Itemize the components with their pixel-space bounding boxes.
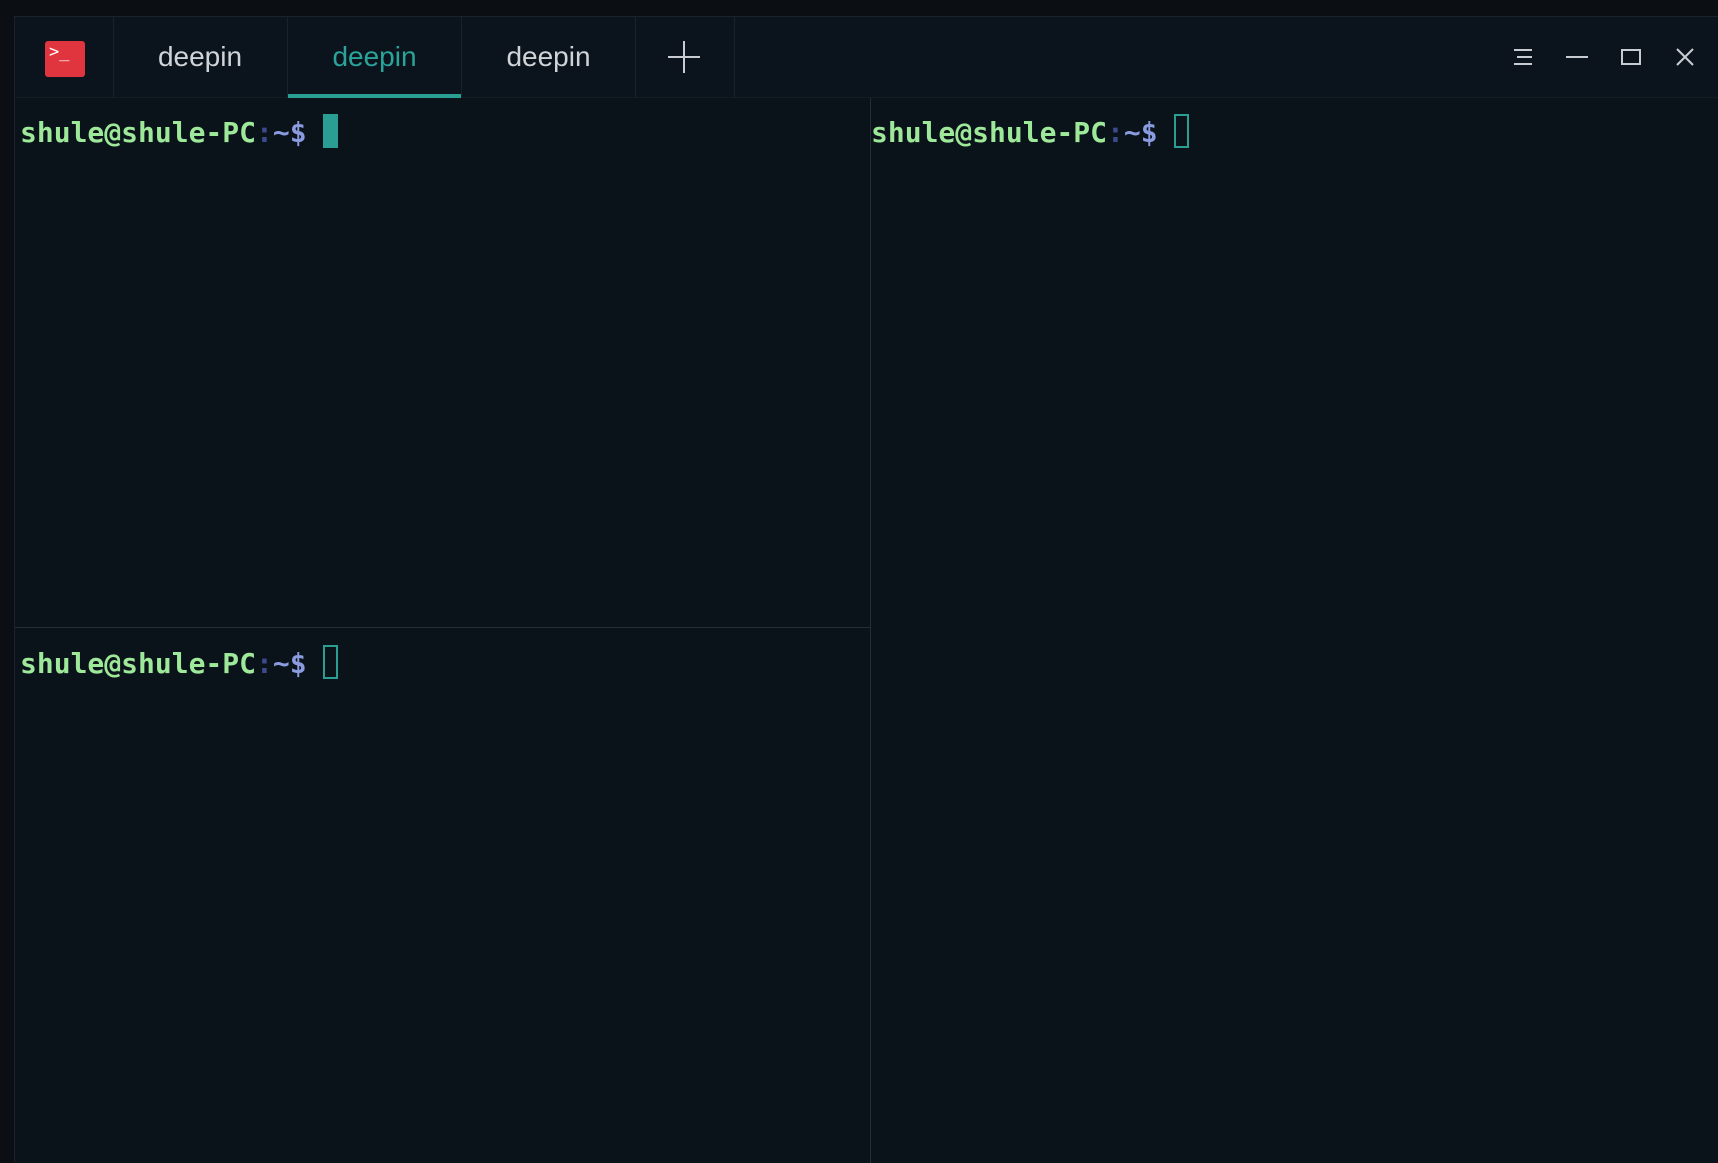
hamburger-menu-icon [1514,49,1532,65]
maximize-button[interactable] [1613,39,1649,75]
prompt-separator: : [1107,116,1124,149]
close-icon [1676,48,1694,66]
shell-prompt: shule@shule-PC:~$ [20,644,338,684]
prompt-separator: : [256,647,273,680]
add-tab-button[interactable] [666,39,702,75]
shell-prompt: shule@shule-PC:~$ [20,113,338,153]
tab-deepin-1[interactable]: deepin [113,17,287,97]
prompt-path: ~ [272,647,290,680]
prompt-symbol: $ [1140,116,1158,149]
prompt-user-host: shule@shule-PC [20,647,257,680]
tab-divider [635,17,636,97]
tab-deepin-2[interactable]: deepin [288,17,461,98]
maximize-icon [1621,49,1641,65]
minimize-icon [1566,56,1588,58]
plus-icon [668,41,700,73]
terminal-pane-top-left[interactable]: shule@shule-PC:~$ [15,98,870,627]
prompt-path: ~ [272,116,290,149]
tab-label: deepin [332,41,417,72]
prompt-separator: : [256,116,273,149]
terminal-pane-right[interactable]: shule@shule-PC:~$ [871,98,1718,1163]
minimize-button[interactable] [1559,39,1595,75]
shell-prompt: shule@shule-PC:~$ [871,113,1189,153]
terminal-pane-bottom-left[interactable]: shule@shule-PC:~$ [15,628,870,1163]
prompt-symbol: $ [289,647,307,680]
prompt-symbol: $ [289,116,307,149]
terminal-icon: >_ [45,41,85,77]
terminal-cursor [1173,114,1189,148]
tab-divider [734,17,735,97]
tab-label: deepin [506,41,591,72]
prompt-user-host: shule@shule-PC [871,116,1108,149]
tab-deepin-3[interactable]: deepin [462,17,635,97]
menu-button[interactable] [1505,39,1541,75]
tab-label: deepin [157,41,243,72]
terminal-cursor [322,114,338,148]
title-bar: >_ deepin deepin deepin [15,17,1718,98]
prompt-path: ~ [1123,116,1141,149]
close-button[interactable] [1667,39,1703,75]
prompt-user-host: shule@shule-PC [20,116,257,149]
terminal-cursor [322,645,338,679]
terminal-window: >_ deepin deepin deepin shule@shule-PC:~… [14,16,1718,1163]
